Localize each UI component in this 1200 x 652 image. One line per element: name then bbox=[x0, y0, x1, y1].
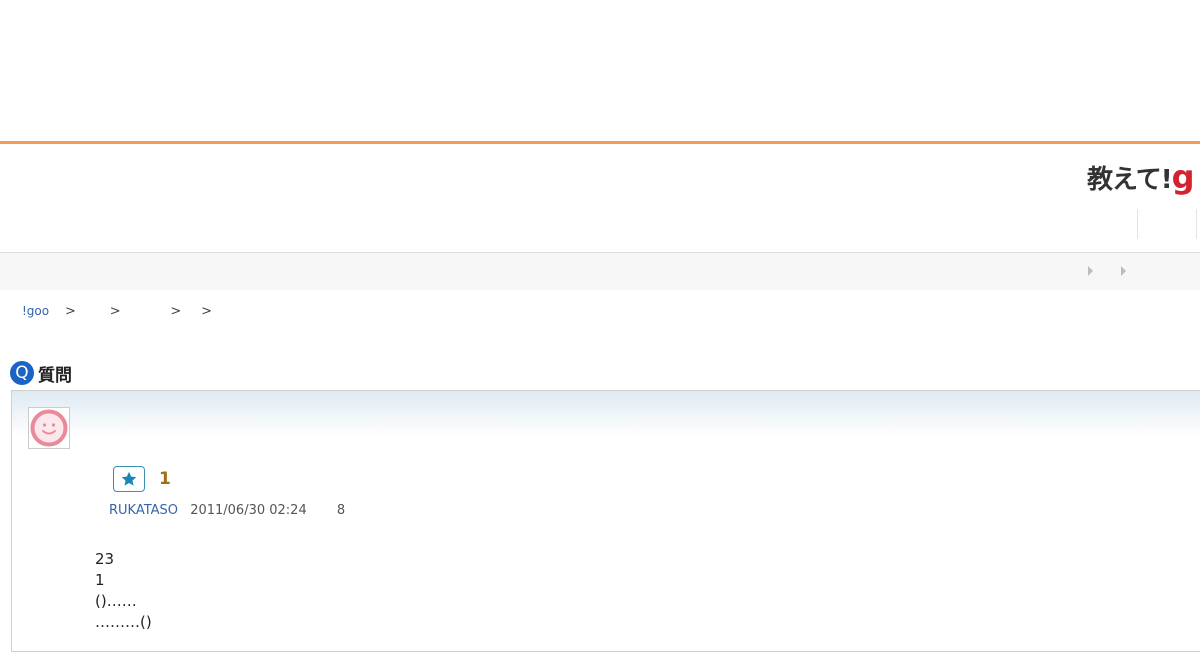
question-card-header-bg bbox=[12, 391, 1200, 437]
user-avatar[interactable] bbox=[28, 407, 70, 449]
smiley-avatar-icon bbox=[30, 409, 68, 447]
q-badge-icon: Q bbox=[10, 361, 34, 385]
breadcrumb-separator: > bbox=[109, 304, 121, 319]
triangle-right-icon[interactable] bbox=[1088, 266, 1093, 276]
breadcrumb-home-link[interactable]: !goo bbox=[22, 304, 49, 318]
breadcrumb-separator: > bbox=[64, 304, 76, 319]
question-heading: Q 質問 bbox=[10, 360, 72, 386]
question-body-line: ()…… bbox=[95, 592, 137, 610]
favorite-button[interactable] bbox=[113, 466, 145, 492]
question-body-line: 1 bbox=[95, 571, 105, 589]
question-body-line: 23 bbox=[95, 550, 115, 568]
question-card: 1 RUKATASO 2011/06/30 02:24 8 23 1 ()…… … bbox=[11, 390, 1200, 652]
favorite-count: 1 bbox=[159, 469, 171, 489]
site-logo[interactable]: 教えて!g bbox=[1087, 158, 1194, 198]
breadcrumb: !goo > > > > bbox=[22, 304, 212, 319]
post-date: 2011/06/30 02:24 bbox=[190, 503, 307, 518]
site-header: 教えて!g bbox=[0, 144, 1200, 253]
question-meta: RUKATASO 2011/06/30 02:24 8 bbox=[109, 503, 345, 518]
favorite-row: 1 bbox=[113, 466, 171, 492]
header-divider bbox=[1196, 209, 1197, 239]
header-divider bbox=[1137, 209, 1138, 239]
logo-g: g bbox=[1171, 158, 1195, 196]
logo-text: 教えて! bbox=[1087, 165, 1173, 195]
sub-navigation bbox=[0, 253, 1200, 290]
ad-space bbox=[0, 0, 1200, 141]
view-count: 8 bbox=[336, 503, 346, 518]
question-heading-title: 質問 bbox=[38, 365, 72, 386]
question-body: 23 1 ()…… ………() bbox=[95, 549, 152, 633]
author-link[interactable]: RUKATASO bbox=[109, 503, 178, 518]
breadcrumb-separator: > bbox=[201, 304, 213, 319]
star-icon bbox=[121, 471, 137, 486]
triangle-right-icon[interactable] bbox=[1121, 266, 1126, 276]
breadcrumb-separator: > bbox=[170, 304, 182, 319]
